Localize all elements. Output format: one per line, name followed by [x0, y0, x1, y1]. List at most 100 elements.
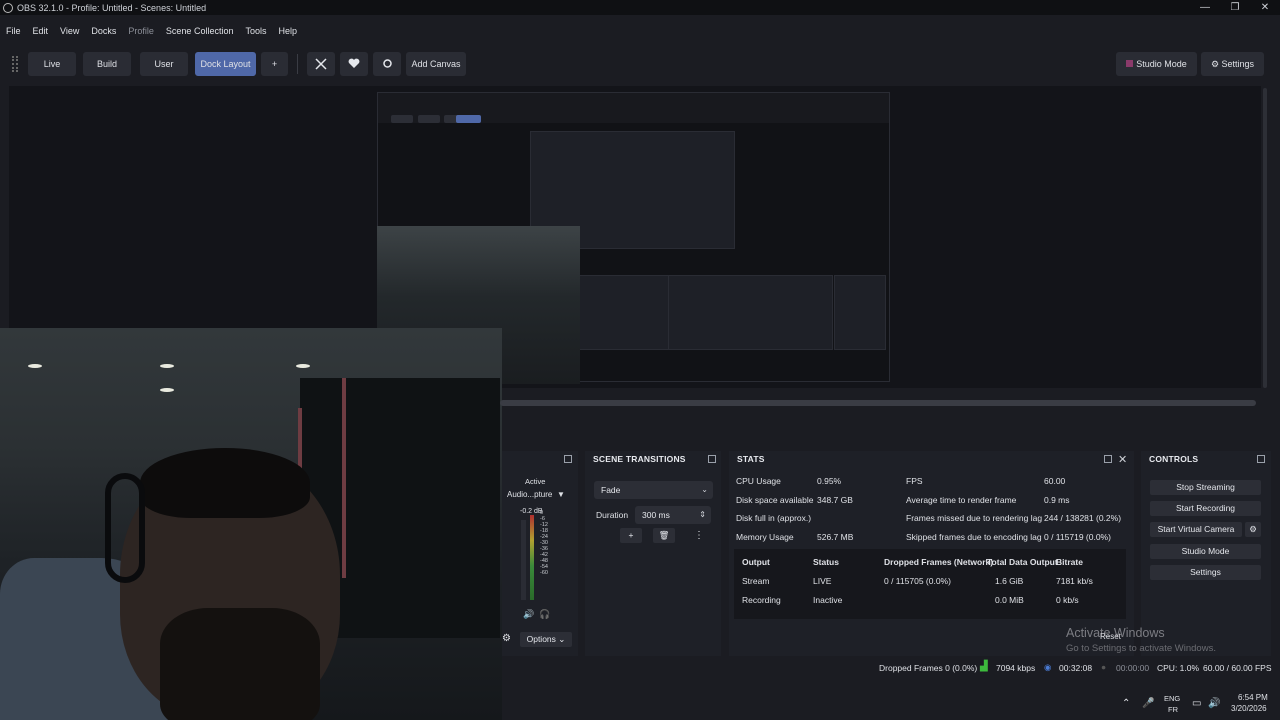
tools-icon[interactable]	[307, 52, 335, 76]
transition-value: Fade	[601, 485, 621, 495]
cpu-usage-label: CPU Usage	[736, 476, 781, 486]
fps-label: FPS	[906, 476, 923, 486]
render-time-label: Average time to render frame	[906, 495, 1017, 505]
frames-missed-value: 244 / 138281 (0.2%)	[1044, 513, 1122, 523]
volume-icon[interactable]: 🔊	[1208, 698, 1220, 709]
disk-full-label: Disk full in (approx.)	[736, 513, 812, 523]
build-button[interactable]: Build	[83, 52, 131, 76]
menu-tools[interactable]: Tools	[239, 23, 272, 39]
record-icon: ●	[1101, 662, 1107, 672]
undock-icon[interactable]	[564, 455, 572, 463]
share-icon[interactable]	[373, 52, 401, 76]
minimize-button[interactable]: —	[1190, 0, 1220, 15]
table-header-status: Status	[813, 557, 839, 567]
table-header-dropped: Dropped Frames (Network)	[884, 557, 994, 567]
menu-view[interactable]: View	[54, 23, 85, 39]
heart-icon[interactable]	[340, 52, 368, 76]
table-header-total: Total Data Output	[987, 557, 1058, 567]
stop-streaming-button[interactable]: Stop Streaming	[1150, 480, 1261, 495]
taskbar: ⌃ 🎤 ENG FR ▭ 🔊 6:54 PM 3/20/2026	[0, 690, 1280, 720]
trash-icon[interactable]: 🗑	[653, 528, 675, 543]
network-icon[interactable]: ▭	[1192, 698, 1201, 709]
vertical-scrollbar[interactable]	[1263, 88, 1267, 388]
options-label: Options	[526, 634, 556, 644]
activate-windows-title: Activate Windows	[1066, 626, 1165, 640]
start-recording-button[interactable]: Start Recording	[1150, 501, 1261, 516]
stats-header: STATS	[737, 454, 765, 464]
volume-slider[interactable]	[521, 520, 526, 600]
taskbar-date[interactable]: 3/20/2026	[1231, 704, 1267, 713]
menu-profile[interactable]: Profile	[122, 23, 160, 39]
start-virtual-camera-button[interactable]: Start Virtual Camera	[1150, 522, 1242, 537]
menu-scene-collection[interactable]: Scene Collection	[160, 23, 240, 39]
undock-icon[interactable]	[1257, 455, 1265, 463]
mixer-options-button[interactable]: Options ⌄	[520, 632, 572, 647]
gear-icon: ⚙	[1210, 59, 1220, 69]
settings-button[interactable]: ⚙ Settings	[1201, 52, 1264, 76]
close-button[interactable]: ✕	[1250, 0, 1280, 15]
bitrate-status: 7094 kbps	[996, 663, 1036, 673]
chevron-up-icon[interactable]: ⌃	[1122, 698, 1130, 709]
chevron-down-icon: ⌄	[701, 485, 708, 494]
more-options-icon[interactable]: ⋮	[694, 530, 704, 541]
duration-value: 300 ms	[642, 510, 670, 520]
settings-label: Settings	[1221, 59, 1255, 69]
obs-logo-icon	[3, 2, 13, 13]
menu-edit[interactable]: Edit	[27, 23, 55, 39]
menu-file[interactable]: File	[0, 23, 27, 39]
menu-docks[interactable]: Docks	[85, 23, 122, 39]
skipped-frames-label: Skipped frames due to encoding lag	[906, 532, 1042, 542]
user-button[interactable]: User	[140, 52, 188, 76]
close-icon[interactable]: ✕	[1118, 453, 1127, 466]
language-primary[interactable]: ENG	[1164, 694, 1180, 703]
gear-icon[interactable]: ⚙	[502, 633, 511, 644]
meter-ticks: 0 -6 -12 -18 -24 -30 -36 -42 -48 -54 -60	[540, 510, 548, 576]
fps-status: 60.00 / 60.00 FPS	[1203, 663, 1272, 673]
stepper-icon: ⇕	[699, 510, 706, 519]
menu-help[interactable]: Help	[272, 23, 303, 39]
taskbar-time[interactable]: 6:54 PM	[1238, 693, 1268, 702]
add-canvas-button[interactable]: Add Canvas	[406, 52, 466, 76]
disk-space-label: Disk space available	[736, 495, 814, 505]
headphones-icon[interactable]: 🎧	[539, 609, 550, 620]
duration-stepper[interactable]: 300 ms ⇕	[635, 506, 711, 524]
microphone-icon[interactable]: 🎤	[1142, 698, 1154, 709]
gear-icon[interactable]: ⚙	[1245, 522, 1261, 537]
disk-space-value: 348.7 GB	[817, 495, 853, 505]
menu-bar: File Edit View Docks Profile Scene Colle…	[0, 23, 303, 39]
undock-icon[interactable]	[708, 455, 716, 463]
settings-control-button[interactable]: Settings	[1150, 565, 1261, 580]
drag-handle-icon[interactable]	[12, 56, 18, 72]
studio-mode-button[interactable]: Studio Mode	[1116, 52, 1197, 76]
maximize-button[interactable]: ❐	[1220, 0, 1250, 15]
mixer-source-name[interactable]: Audio...pture	[507, 490, 552, 499]
skipped-frames-value: 0 / 115719 (0.0%)	[1044, 532, 1111, 542]
undock-icon[interactable]	[1104, 455, 1112, 463]
add-layout-button[interactable]: +	[261, 52, 288, 76]
scene-transitions-dock: SCENE TRANSITIONS Fade ⌄ Duration 300 ms…	[585, 451, 721, 656]
studio-mode-control-button[interactable]: Studio Mode	[1150, 544, 1261, 559]
live-button[interactable]: Live	[28, 52, 76, 76]
language-secondary[interactable]: FR	[1168, 705, 1178, 714]
fps-value: 60.00	[1044, 476, 1066, 486]
horizontal-scrollbar[interactable]	[500, 400, 1256, 406]
table-header-output: Output	[742, 557, 770, 567]
cpu-usage-value: 0.95%	[817, 476, 842, 486]
transition-select[interactable]: Fade ⌄	[594, 481, 713, 499]
dropped-frames-status: Dropped Frames 0 (0.0%)	[879, 663, 978, 673]
record-timer: 00:00:00	[1116, 663, 1150, 673]
dock-layout-button[interactable]: Dock Layout	[195, 52, 256, 76]
live-timer: 00:32:08	[1059, 663, 1093, 673]
add-transition-button[interactable]: +	[620, 528, 642, 543]
signal-icon: ▟	[980, 661, 988, 672]
controls-header: CONTROLS	[1149, 454, 1199, 464]
activate-windows-sub: Go to Settings to activate Windows.	[1066, 643, 1216, 654]
memory-usage-label: Memory Usage	[736, 532, 794, 542]
speaker-icon[interactable]: 🔊	[523, 609, 534, 620]
chevron-down-icon[interactable]: ▼	[557, 490, 565, 499]
memory-usage-value: 526.7 MB	[817, 532, 854, 542]
duration-label: Duration	[596, 510, 629, 520]
broadcast-icon: ◉	[1044, 662, 1052, 672]
frames-missed-label: Frames missed due to rendering lag	[906, 513, 1043, 523]
window-title: OBS 32.1.0 - Profile: Untitled - Scenes:…	[17, 2, 207, 13]
